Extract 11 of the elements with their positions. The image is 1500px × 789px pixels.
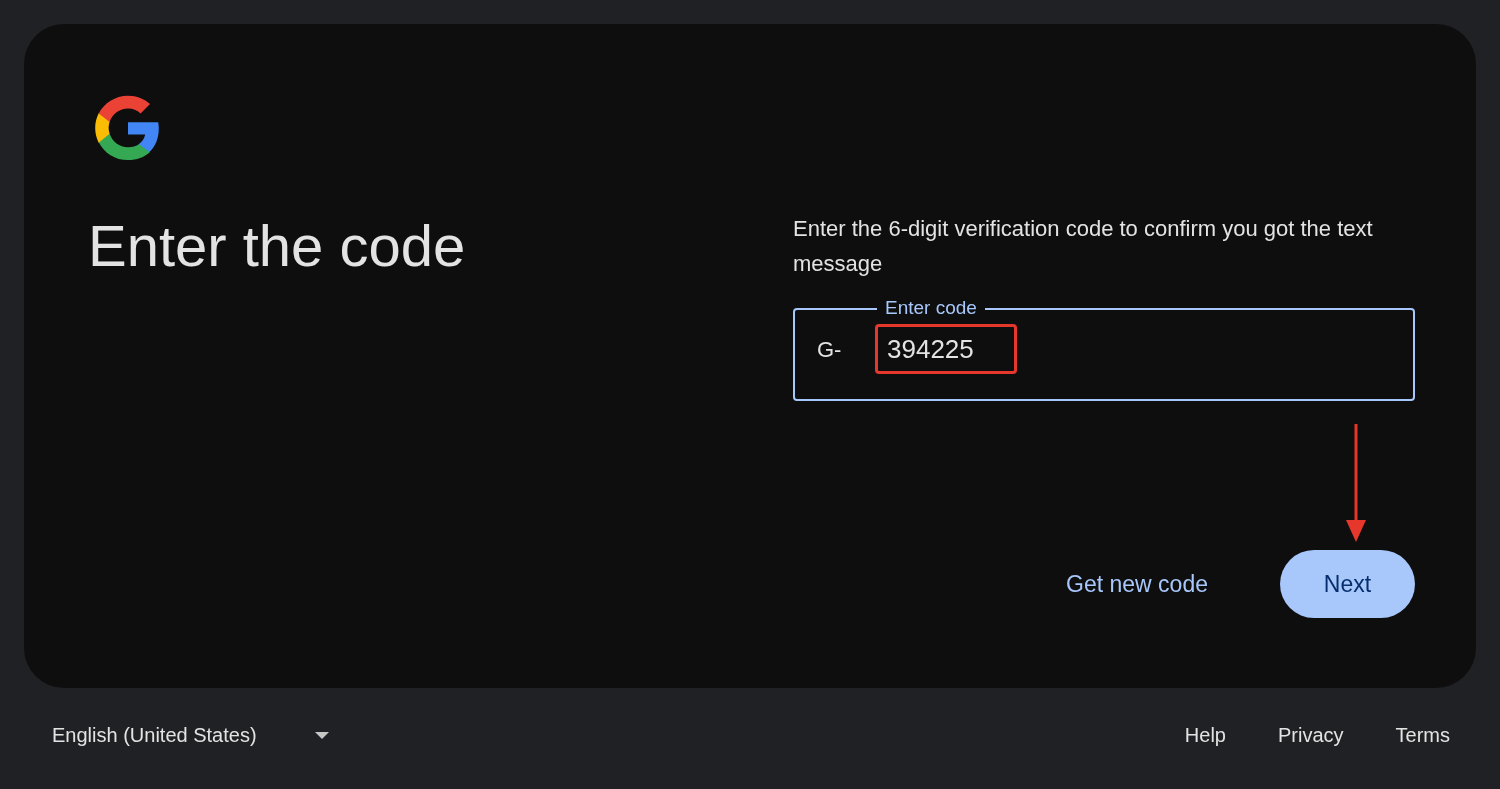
footer-link[interactable]: Terms (1395, 724, 1450, 747)
page-title: Enter the code (88, 212, 467, 280)
footer-link[interactable]: Help (1184, 724, 1226, 747)
next-button[interactable]: Next (1280, 550, 1415, 618)
language-selector[interactable]: English (United States) (52, 716, 329, 755)
get-new-code-button[interactable]: Get new code (1062, 562, 1212, 606)
code-value-input[interactable]: 394225 (879, 330, 1015, 369)
dropdown-caret-icon (314, 732, 329, 739)
instruction-text: Enter the 6-digit verification code to confirm you got the text message (793, 215, 1374, 278)
footer-link[interactable]: Privacy (1277, 724, 1344, 747)
code-prefix: G- (817, 336, 843, 363)
